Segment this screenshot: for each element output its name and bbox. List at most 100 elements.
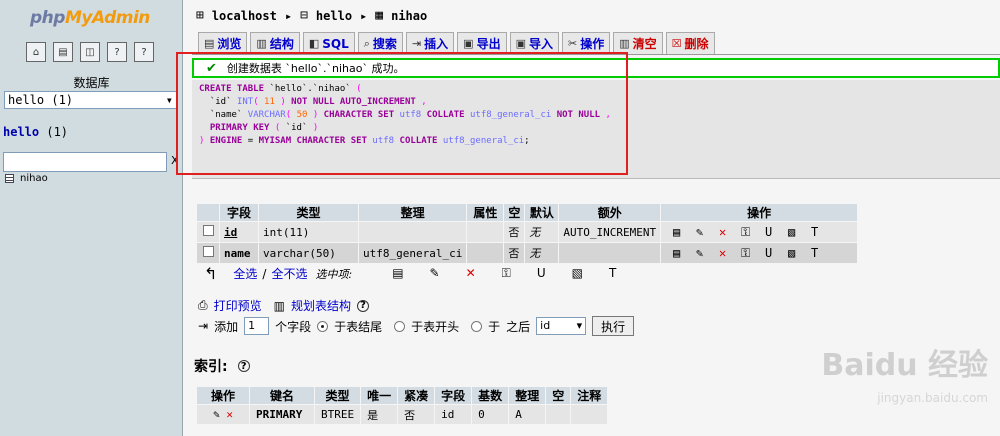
sql-line: `name` VARCHAR( 50 ) CHARACTER SET utf8 … — [199, 110, 611, 120]
table-header-row: 操作 键名 类型 唯一 紧凑 字段 基数 整理 空 注释 — [197, 387, 608, 404]
breadcrumb: ⊞ localhost ▸ ⊟ hello ▸ ▦ nihao — [196, 8, 427, 23]
delete-icon[interactable]: ✕ — [226, 408, 233, 421]
breadcrumb-table[interactable]: nihao — [391, 9, 427, 23]
table-icon — [5, 174, 14, 183]
baidu-watermark: Baidu 经验 jingyan.baidu.com — [821, 348, 988, 406]
drop-icon: ☒ — [671, 37, 682, 50]
sql-query-box: CREATE TABLE `hello`.`nihao` ( `id` INT(… — [192, 80, 1000, 179]
delete-icon[interactable]: ✕ — [466, 266, 476, 281]
fulltext-icon[interactable]: T — [807, 246, 822, 261]
uncheck-all-link[interactable]: 全不选 — [271, 265, 307, 282]
tab-insert[interactable]: ⇥ 插入 — [405, 32, 455, 54]
sql-line: CREATE TABLE `hello`.`nihao` ( — [199, 84, 362, 94]
check-all-link[interactable]: 全选 — [233, 265, 257, 282]
unique-icon[interactable]: U — [537, 266, 546, 281]
add-column-icon: ⇥ — [198, 319, 209, 333]
arrow-up-icon: ↰ — [204, 264, 218, 283]
left-navigation-frame: phpMyAdmin ⌂ ▤ ◫ ? ? 数据库 hello (1) ▾ hell… — [0, 0, 183, 436]
go-button[interactable]: 执行 — [592, 316, 635, 336]
docs-icon[interactable]: ? — [107, 42, 127, 62]
edit-icon[interactable]: ✎ — [692, 225, 707, 240]
sql-line: PRIMARY KEY ( `id` ) — [209, 123, 319, 133]
tab-empty[interactable]: ▥ 清空 — [613, 32, 663, 54]
field-count-input[interactable]: 1 — [244, 317, 270, 335]
help-icon[interactable]: ? — [356, 299, 369, 312]
phpmyadmin-logo[interactable]: phpMyAdmin — [30, 8, 150, 28]
table-row: id int(11) 否 无 AUTO_INCREMENT ▤ ✎ ✕ ⚿ U ▧ T — [197, 222, 858, 242]
index-icon[interactable]: ▧ — [572, 266, 583, 281]
printer-icon: ⎙ — [198, 298, 208, 312]
tab-export[interactable]: ▣ 导出 — [457, 32, 507, 54]
tab-sql[interactable]: ◧ SQL — [302, 32, 355, 54]
table-filter-input[interactable] — [3, 152, 167, 172]
primary-key-icon[interactable]: ⚿ — [502, 266, 511, 281]
insert-icon: ⇥ — [411, 37, 422, 50]
home-icon[interactable]: ⌂ — [26, 42, 46, 62]
edit-icon[interactable]: ✎ — [692, 246, 707, 261]
database-label: 数据库 — [73, 76, 110, 90]
indexes-table: 操作 键名 类型 唯一 紧凑 字段 基数 整理 空 注释 ✎ ✕ PRIMARY… — [196, 386, 608, 425]
sidebar-table-nihao[interactable]: nihao — [5, 173, 48, 184]
breadcrumb-db[interactable]: hello — [316, 9, 352, 23]
chevron-down-icon: ▾ — [576, 319, 583, 332]
search-icon: ⌕ — [363, 36, 370, 50]
structure-icon: ▥ — [256, 37, 267, 50]
table-icon: ▦ — [375, 8, 384, 23]
row-checkbox[interactable] — [202, 225, 214, 236]
database-select[interactable]: hello (1) ▾ — [4, 91, 177, 109]
browse-icon[interactable]: ▤ — [392, 266, 403, 281]
edit-icon[interactable]: ✎ — [430, 266, 440, 281]
edit-icon[interactable]: ✎ — [213, 408, 220, 421]
browse-icon[interactable]: ▤ — [669, 225, 684, 240]
index-icon[interactable]: ▧ — [784, 225, 799, 240]
tab-drop[interactable]: ☒ 删除 — [665, 32, 715, 54]
fulltext-icon[interactable]: T — [807, 225, 822, 240]
after-column-radio[interactable] — [471, 320, 483, 332]
structure-table: 字段 类型 整理 属性 空 默认 额外 操作 id int(11) 否 无 AU… — [196, 203, 858, 264]
indexes-heading: 索引: ? — [194, 356, 250, 376]
after-column-select[interactable]: id ▾ — [536, 317, 587, 335]
primary-key-icon[interactable]: ⚿ — [738, 246, 753, 261]
fulltext-icon[interactable]: T — [609, 266, 616, 281]
breadcrumb-separator: ▸ — [360, 8, 368, 23]
tab-browse[interactable]: ▤ 浏览 — [198, 32, 248, 54]
tab-search[interactable]: ⌕ 搜索 — [357, 32, 403, 54]
operations-icon: ✂ — [568, 37, 578, 50]
database-heading[interactable]: hello (1) — [3, 125, 68, 139]
browse-icon[interactable]: ▤ — [669, 246, 684, 261]
tab-structure[interactable]: ▥ 结构 — [250, 32, 300, 54]
sql-window-icon[interactable]: ◫ — [80, 42, 100, 62]
chevron-down-icon: ▾ — [165, 93, 173, 107]
index-icon[interactable]: ▧ — [784, 246, 799, 261]
delete-icon[interactable]: ✕ — [715, 246, 730, 261]
help-icon[interactable]: ? — [237, 360, 250, 372]
success-message: ✔ 创建数据表 `hello`.`nihao` 成功。 — [192, 58, 1000, 78]
propose-structure-link[interactable]: 规划表结构 — [291, 297, 351, 314]
tab-operations[interactable]: ✂ 操作 — [562, 32, 611, 54]
main-frame: ⊞ localhost ▸ ⊟ hello ▸ ▦ nihao ▤ 浏览 ▥ 结构 … — [176, 0, 1000, 436]
table-row: name varchar(50) utf8_general_ci 否 无 ▤ ✎ ✕… — [197, 243, 858, 263]
help-icon[interactable]: ? — [134, 42, 154, 62]
primary-key-icon[interactable]: ⚿ — [738, 225, 753, 240]
unique-icon[interactable]: U — [761, 225, 776, 240]
sql-icon[interactable]: ▤ — [53, 42, 73, 62]
breadcrumb-separator: ▸ — [284, 8, 293, 23]
add-field-row: ⇥ 添加 1 个字段 于表结尾 于表开头 于 之后 id ▾ 执行 — [198, 316, 635, 336]
import-icon: ▣ — [515, 37, 526, 50]
breadcrumb-server[interactable]: localhost — [212, 9, 277, 23]
tab-bar: ▤ 浏览 ▥ 结构 ◧ SQL ⌕ 搜索 ⇥ 插入 ▣ 导出 ▣ 导入 ✂ 操作 ▥ 清空 ☒ 删除 — [198, 32, 715, 54]
checkmark-icon: ✔ — [206, 60, 217, 76]
table-row: ✎ ✕ PRIMARY BTREE 是 否 id 0 A — [197, 405, 608, 424]
at-beginning-radio[interactable] — [394, 320, 406, 332]
sql-icon: ◧ — [308, 37, 320, 50]
server-icon: ⊞ — [196, 8, 204, 23]
browse-icon: ▤ — [204, 37, 215, 50]
print-view-link[interactable]: 打印预览 — [214, 297, 262, 314]
export-icon: ▣ — [463, 37, 474, 50]
at-end-radio[interactable] — [317, 320, 329, 332]
delete-icon[interactable]: ✕ — [715, 225, 730, 240]
tab-import[interactable]: ▣ 导入 — [509, 32, 560, 54]
clear-filter-button[interactable]: X — [171, 154, 179, 167]
row-checkbox[interactable] — [202, 246, 214, 257]
unique-icon[interactable]: U — [761, 246, 776, 261]
